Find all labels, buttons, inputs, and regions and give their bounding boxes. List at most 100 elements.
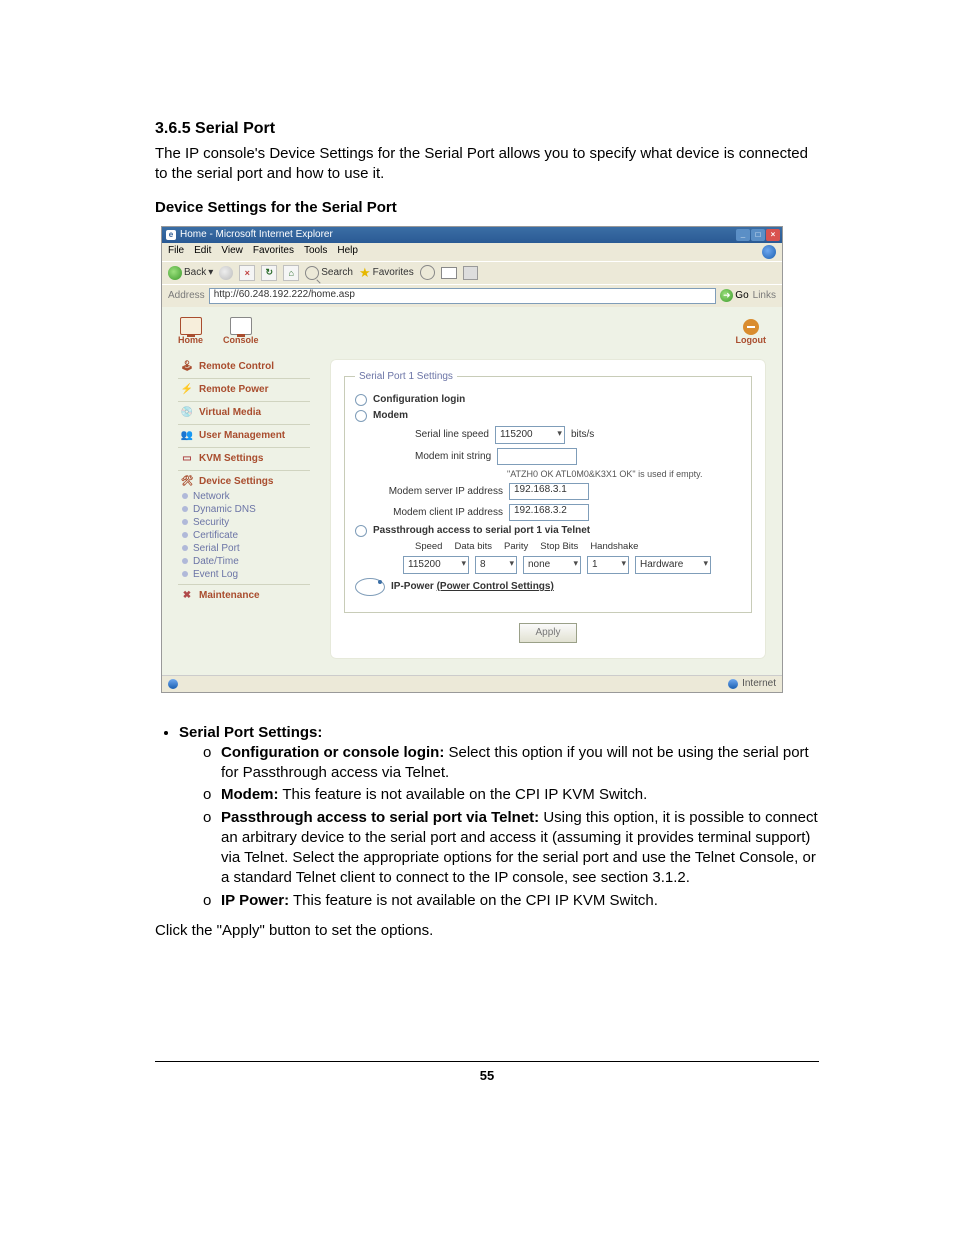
history-button[interactable] [420, 265, 435, 280]
speed-select[interactable]: 115200 [403, 556, 469, 574]
sidebar-item-user-management[interactable]: 👥 User Management [178, 428, 310, 444]
sidebar: 🕹Remote Control ⚡Remote Power 💿Virtual M… [178, 359, 310, 659]
sidebar-item-date-time[interactable]: Date/Time [178, 555, 310, 568]
menu-tools[interactable]: Tools [304, 245, 327, 259]
nav-label: User Management [199, 430, 285, 441]
search-button[interactable]: Search [305, 266, 353, 280]
home-top-button[interactable]: Home [178, 317, 203, 345]
nav-label: Virtual Media [199, 407, 261, 418]
sidebar-item-network[interactable]: Network [178, 490, 310, 503]
remote-control-icon: 🕹 [180, 360, 194, 374]
radio-icon[interactable] [355, 578, 385, 596]
option-configuration-login[interactable]: Configuration login [355, 394, 741, 406]
option-modem[interactable]: Modem [355, 410, 741, 422]
sidebar-item-dynamic-dns[interactable]: Dynamic DNS [178, 503, 310, 516]
back-label: Back [184, 267, 206, 278]
go-button[interactable]: ➜ Go [720, 289, 748, 302]
radio-icon[interactable] [355, 410, 367, 422]
bullet-icon [182, 571, 188, 577]
power-control-settings-link[interactable]: (Power Control Settings) [437, 581, 554, 592]
bullet-icon [182, 506, 188, 512]
sidebar-item-kvm-settings[interactable]: ▭KVM Settings [178, 451, 310, 467]
back-button[interactable]: Back ▾ [168, 266, 213, 280]
client-ip-input[interactable]: 192.168.3.2 [509, 504, 589, 521]
links-label[interactable]: Links [753, 290, 776, 301]
home-button[interactable]: ⌂ [283, 265, 299, 281]
print-button[interactable] [463, 266, 478, 280]
col-stopbits: Stop Bits [540, 541, 578, 552]
power-icon: ⚡ [180, 383, 194, 397]
address-input[interactable]: http://60.248.192.222/home.asp [209, 288, 717, 304]
page-number: 55 [155, 1061, 819, 1083]
section-heading: 3.6.5 Serial Port [155, 120, 819, 138]
menu-help[interactable]: Help [337, 245, 358, 259]
internet-zone-icon [728, 679, 738, 689]
item-label: Passthrough access to serial port via Te… [221, 809, 539, 826]
sidebar-item-certificate[interactable]: Certificate [178, 529, 310, 542]
status-zone-label: Internet [742, 678, 776, 689]
nav-label: Event Log [193, 569, 238, 580]
stop-button[interactable]: × [239, 265, 255, 281]
radio-icon[interactable] [355, 525, 367, 537]
menu-edit[interactable]: Edit [194, 245, 211, 259]
field-label: Modem server IP address [377, 486, 503, 497]
col-parity: Parity [504, 541, 528, 552]
option-label: Passthrough access to serial port 1 via … [373, 525, 590, 536]
nav-label: Date/Time [193, 556, 239, 567]
favorites-label: Favorites [373, 267, 414, 278]
option-label: Configuration login [373, 394, 465, 405]
sidebar-item-remote-power[interactable]: ⚡Remote Power [178, 382, 310, 398]
field-label: Modem client IP address [377, 507, 503, 518]
window-titlebar: e Home - Microsoft Internet Explorer _ □… [162, 227, 782, 243]
serial-speed-select[interactable]: 115200 [495, 426, 565, 444]
nav-label: Device Settings [199, 476, 273, 487]
item-text: This feature is not available on the CPI… [289, 892, 658, 909]
screenshot-window: e Home - Microsoft Internet Explorer _ □… [161, 226, 783, 693]
logout-top-button[interactable]: Logout [736, 319, 767, 345]
nav-label: KVM Settings [199, 453, 263, 464]
stopbits-select[interactable]: 1 [587, 556, 629, 574]
init-string-input[interactable] [497, 448, 577, 465]
users-icon: 👥 [180, 429, 194, 443]
sidebar-item-maintenance[interactable]: ✖Maintenance [178, 588, 310, 604]
nav-label: Serial Port [193, 543, 240, 554]
radio-icon[interactable] [355, 394, 367, 406]
minimize-button[interactable]: _ [736, 229, 750, 241]
nav-label: Security [193, 517, 229, 528]
sidebar-item-remote-control[interactable]: 🕹Remote Control [178, 359, 310, 375]
forward-button[interactable] [219, 266, 233, 280]
databits-select[interactable]: 8 [475, 556, 517, 574]
refresh-button[interactable]: ↻ [261, 265, 277, 281]
sidebar-item-virtual-media[interactable]: 💿Virtual Media [178, 405, 310, 421]
option-label: Modem [373, 410, 408, 421]
option-passthrough[interactable]: Passthrough access to serial port 1 via … [355, 525, 741, 537]
logout-icon [743, 319, 759, 335]
note-text: "ATZH0 OK ATL0M0&K3X1 OK" is used if emp… [503, 469, 702, 479]
sidebar-item-device-settings[interactable]: 🛠 Device Settings [178, 474, 310, 490]
ip-power-label: IP-Power [391, 581, 437, 592]
favorites-button[interactable]: ★ Favorites [359, 265, 414, 281]
sidebar-item-event-log[interactable]: Event Log [178, 568, 310, 581]
star-icon: ★ [359, 265, 371, 281]
console-top-button[interactable]: Console [223, 317, 259, 345]
maximize-button[interactable]: □ [751, 229, 765, 241]
passthrough-values: 115200 8 none 1 Hardware [355, 556, 741, 574]
close-button[interactable]: × [766, 229, 780, 241]
device-settings-icon: 🛠 [180, 475, 194, 489]
handshake-select[interactable]: Hardware [635, 556, 711, 574]
apply-button[interactable]: Apply [519, 623, 577, 643]
mail-button[interactable] [441, 267, 457, 279]
sidebar-item-serial-port[interactable]: Serial Port [178, 542, 310, 555]
search-label: Search [321, 267, 353, 278]
option-ip-power[interactable]: IP-Power (Power Control Settings) [355, 578, 741, 596]
back-arrow-icon [168, 266, 182, 280]
search-icon [305, 266, 319, 280]
menu-favorites[interactable]: Favorites [253, 245, 294, 259]
menu-file[interactable]: File [168, 245, 184, 259]
parity-select[interactable]: none [523, 556, 581, 574]
toolbar: Back ▾ × ↻ ⌂ Search ★ Favorites [162, 261, 782, 284]
sidebar-item-security[interactable]: Security [178, 516, 310, 529]
go-arrow-icon: ➜ [720, 289, 733, 302]
server-ip-input[interactable]: 192.168.3.1 [509, 483, 589, 500]
menu-view[interactable]: View [221, 245, 243, 259]
